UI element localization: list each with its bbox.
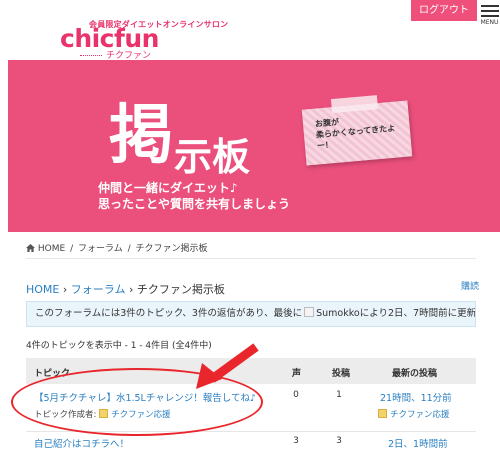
subscribe-link[interactable]: 購読 <box>461 279 479 292</box>
hamburger-menu-button[interactable]: MENU <box>479 2 500 30</box>
breadcrumb-separator: / <box>127 244 131 254</box>
table-row: 自己紹介はコチラへ！ 3 3 2日、1時間前 <box>26 432 476 450</box>
forum-info-notice: このフォーラムには3件のトピック、3件の返信があり、最後に Sumokkoにより2… <box>26 301 476 327</box>
forum-breadcrumb-forum[interactable]: フォーラム <box>71 283 126 296</box>
banner-caption-line2: 思ったことや質問を共有しましょう <box>98 197 291 211</box>
breadcrumb-current: チクファン掲示板 <box>135 244 208 254</box>
latest-post-time[interactable]: 21時間、11分前 <box>380 390 452 404</box>
home-icon <box>26 244 35 252</box>
notice-text-before: このフォーラムには3件のトピック、3件の返信があり、最後に <box>35 308 303 319</box>
forum-breadcrumb-separator: › <box>128 283 134 296</box>
banner-title-first-char: 掲 <box>109 99 173 173</box>
breadcrumb-forum[interactable]: フォーラム <box>78 244 123 254</box>
forum-breadcrumb-current: チクファン掲示板 <box>136 283 225 296</box>
tape-decoration <box>330 95 378 114</box>
breadcrumb: HOME / フォーラム / チクファン掲示板 <box>26 241 210 254</box>
site-header: 会員限定ダイエットオンラインサロン chicfun チクファン ログアウト ME… <box>0 0 500 61</box>
menu-icon-bar <box>480 10 499 12</box>
hero-banner: 掲 示板 仲間と一緒にダイエット♪ 思ったことや質問を共有しましょう お腹が 柔… <box>8 60 500 232</box>
topic-title-link[interactable]: 自己紹介はコチラへ！ <box>34 436 129 450</box>
forum-breadcrumb-home[interactable]: HOME <box>26 283 59 296</box>
banner-caption-line1: 仲間と一緒にダイエット♪ <box>98 181 238 195</box>
user-avatar <box>304 307 315 317</box>
latest-post-author: チクファン応援 <box>378 408 450 420</box>
breadcrumb-separator: / <box>70 244 74 254</box>
latest-post-time[interactable]: 2日、1時間前 <box>388 436 448 450</box>
notice-user-link[interactable]: Sumokko <box>316 308 360 319</box>
divider <box>26 258 476 259</box>
red-arrow-annotation <box>196 343 259 389</box>
sticky-note-illustration: お腹が 柔らかくなってきたよー！ <box>301 95 413 166</box>
banner-caption: 仲間と一緒にダイエット♪ 思ったことや質問を共有しましょう <box>98 180 290 212</box>
sticky-note-text: お腹が 柔らかくなってきたよー！ <box>315 110 412 151</box>
notice-text-after: により2日、7時間前に更新されました。 <box>359 308 476 319</box>
latest-author-avatar <box>378 409 387 418</box>
breadcrumb-home[interactable]: HOME <box>38 244 65 254</box>
header-posts: 投稿 <box>332 369 351 379</box>
menu-icon-bar <box>480 15 499 17</box>
voice-count: 3 <box>293 436 299 446</box>
logout-button[interactable]: ログアウト <box>411 0 477 21</box>
header-latest: 最新の投稿 <box>392 369 438 379</box>
menu-label: MENU <box>480 19 499 26</box>
header-voices: 声 <box>292 369 302 379</box>
forum-breadcrumb-separator: › <box>62 283 68 296</box>
latest-author-link[interactable]: チクファン応援 <box>390 410 450 420</box>
post-count: 1 <box>336 390 342 400</box>
voice-count: 0 <box>293 390 299 400</box>
menu-icon <box>480 5 499 7</box>
banner-title-rest: 示板 <box>174 135 251 179</box>
forum-breadcrumb: HOME › フォーラム › チクファン掲示板 <box>26 281 225 297</box>
topic-count: 4件のトピックを表示中 - 1 - 4件目 (全4件中) <box>26 341 212 351</box>
post-count: 3 <box>336 436 342 446</box>
